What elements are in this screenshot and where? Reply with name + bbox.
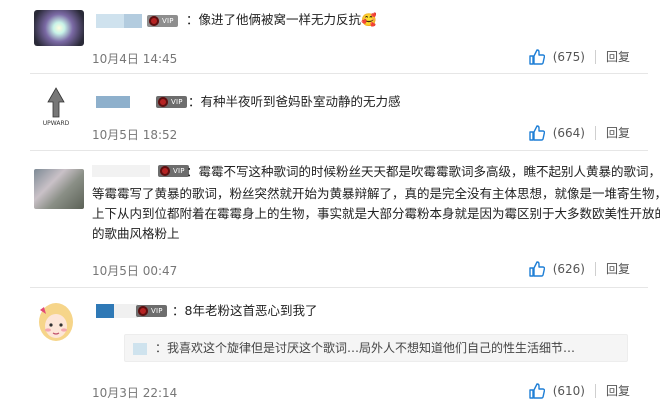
like-count: (675) (552, 49, 585, 64)
upward-arrow-avatar-icon[interactable]: UPWARD (34, 84, 78, 128)
reply-button[interactable]: 回复 (606, 48, 630, 65)
avatar-caption: UPWARD (43, 120, 70, 127)
quoted-reply[interactable]: ：我喜欢这个旋律但是讨厌这个歌词…局外人不想知道他们自己的性生活细节… (124, 334, 628, 362)
username-masked-part (114, 304, 138, 318)
action-divider (594, 49, 596, 64)
comment-text-line: 上下从内到位都附着在霉霉身上的生物，事实就是大部分霉粉本身就是因为霉区别于大多数… (92, 206, 660, 221)
action-divider (594, 383, 596, 398)
comment-timestamp: 10月4日 14:45 (92, 52, 178, 66)
comment-actions: (626) 回复 (529, 260, 630, 277)
thumbs-up-icon[interactable] (529, 124, 545, 141)
comment-text: ：8年老粉这首恶心到我了 (172, 303, 318, 318)
comment-timestamp: 10月3日 22:14 (92, 386, 178, 400)
username-masked[interactable] (92, 165, 150, 177)
comment-item: VIP ：霉霉不写这种歌词的时候粉丝天天都是吹霉霉歌词多高级，瞧不起别人黄暴的歌… (0, 151, 660, 286)
glowing-light-avatar-icon[interactable] (34, 10, 84, 46)
comment-feed: VIP ：像进了他俩被窝一样无力反抗🥰 10月4日 14:45 (675) 回复… (0, 0, 660, 412)
comment-timestamp: 10月5日 18:52 (92, 128, 178, 142)
comment-timestamp: 10月5日 00:47 (92, 264, 178, 278)
username-masked-part (124, 14, 142, 28)
photo-avatar-icon[interactable] (34, 169, 84, 209)
comment-item: VIP ：像进了他俩被窝一样无力反抗🥰 10月4日 14:45 (675) 回复 (0, 0, 660, 72)
vip-badge: VIP (158, 165, 189, 177)
comment-actions: (675) 回复 (529, 48, 630, 65)
comment-text: ：有种半夜听到爸妈卧室动静的无力感 (188, 94, 401, 109)
username-masked[interactable] (96, 304, 114, 318)
comment-item: UPWARD VIP ：有种半夜听到爸妈卧室动静的无力感 10月5日 18:52… (0, 74, 660, 148)
like-count: (626) (552, 261, 585, 276)
comment-text-line: ：霉霉不写这种歌词的时候粉丝天天都是吹霉霉歌词多高级，瞧不起别人黄暴的歌词， (186, 164, 660, 179)
username-masked[interactable] (96, 96, 130, 108)
cartoon-girl-avatar-icon[interactable] (34, 300, 78, 344)
vip-badge: VIP (136, 305, 167, 317)
comment-text: ：像进了他俩被窝一样无力反抗🥰 (186, 12, 377, 27)
vip-badge: VIP (156, 96, 187, 108)
action-divider (594, 261, 596, 276)
thumbs-up-icon[interactable] (529, 48, 545, 65)
quoted-text: ：我喜欢这个旋律但是讨厌这个歌词…局外人不想知道他们自己的性生活细节… (155, 341, 576, 355)
thumbs-up-icon[interactable] (529, 382, 545, 399)
reply-button[interactable]: 回复 (606, 260, 630, 277)
comment-item: VIP ：8年老粉这首恶心到我了 ：我喜欢这个旋律但是讨厌这个歌词…局外人不想知… (0, 288, 660, 412)
quoted-username-masked (133, 343, 147, 355)
like-count: (610) (552, 383, 585, 398)
action-divider (594, 125, 596, 140)
reply-button[interactable]: 回复 (606, 124, 630, 141)
reply-button[interactable]: 回复 (606, 382, 630, 399)
vip-badge: VIP (147, 15, 178, 27)
like-count: (664) (552, 125, 585, 140)
comment-text-line: 等霉霉写了黄暴的歌词，粉丝突然就开始为黄暴辩解了，真的是完全没有主体思想，就像是… (92, 186, 660, 201)
comment-actions: (664) 回复 (529, 124, 630, 141)
thumbs-up-icon[interactable] (529, 260, 545, 277)
comment-text-line: 的歌曲风格粉上 (92, 226, 180, 241)
comment-actions: (610) 回复 (529, 382, 630, 399)
